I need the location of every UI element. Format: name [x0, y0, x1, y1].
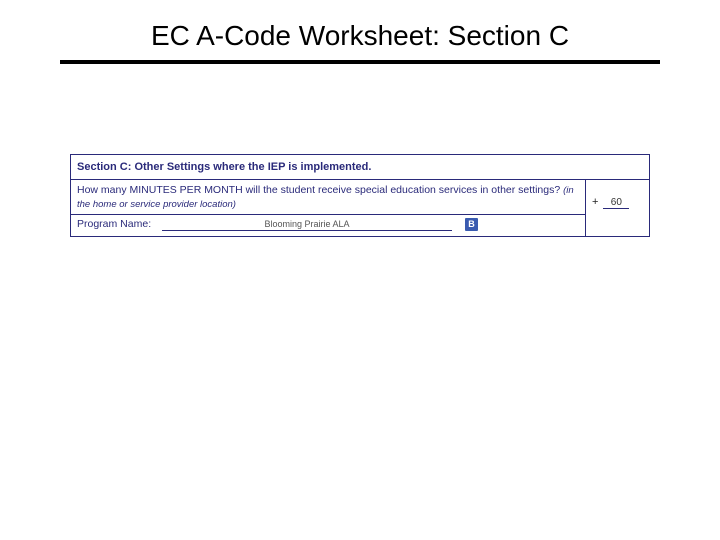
- question-cell: How many MINUTES PER MONTH will the stud…: [71, 180, 586, 215]
- page-title: EC A-Code Worksheet: Section C: [0, 0, 720, 60]
- plus-sign: +: [592, 196, 598, 208]
- program-label: Program Name:: [77, 218, 151, 230]
- program-row: Program Name: Blooming Prairie ALA B: [71, 214, 586, 236]
- badge-b: B: [465, 218, 478, 231]
- section-c-table: Section C: Other Settings where the IEP …: [70, 154, 650, 237]
- program-name-field: Blooming Prairie ALA: [162, 219, 452, 231]
- question-text: How many MINUTES PER MONTH will the stud…: [77, 184, 560, 196]
- section-header: Section C: Other Settings where the IEP …: [71, 155, 650, 180]
- title-underline: [60, 60, 660, 64]
- minutes-cell: + 60: [586, 180, 650, 237]
- minutes-value: 60: [603, 197, 629, 209]
